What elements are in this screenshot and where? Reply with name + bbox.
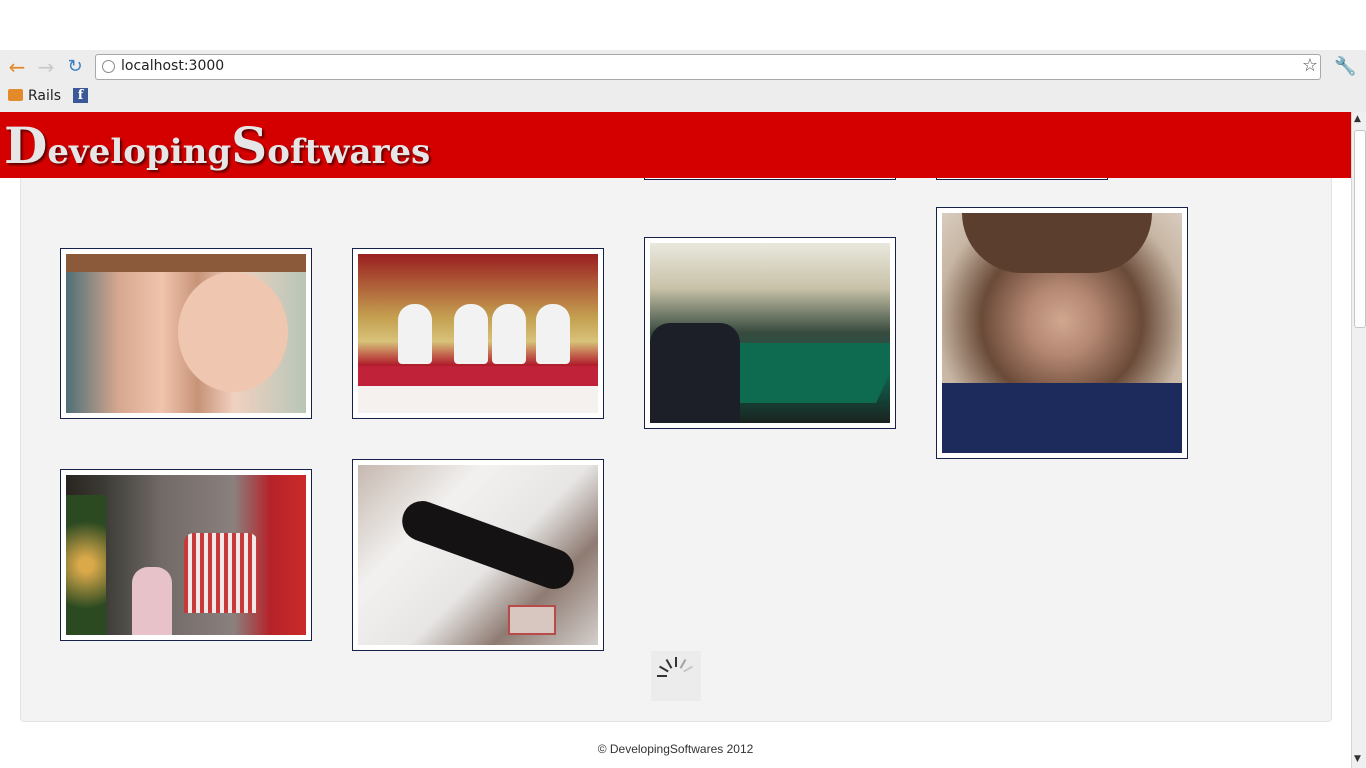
scroll-up-icon[interactable]: ▲ <box>1354 114 1361 124</box>
back-arrow-icon[interactable]: ← <box>6 56 28 78</box>
gallery-photo[interactable] <box>644 237 896 429</box>
scroll-down-icon[interactable]: ▼ <box>1354 754 1361 764</box>
gallery-photo[interactable] <box>60 469 312 641</box>
scroll-thumb[interactable] <box>1354 130 1366 328</box>
folder-icon <box>8 89 23 101</box>
facebook-icon[interactable]: f <box>73 88 88 103</box>
gallery-photo[interactable] <box>352 248 604 419</box>
globe-icon <box>102 60 115 73</box>
bookmarks-bar: Rails f <box>0 86 1366 108</box>
wrench-icon[interactable]: 🔧 <box>1334 56 1356 77</box>
photo-image <box>942 213 1182 453</box>
site-header: DevelopingSoftwares <box>0 112 1351 178</box>
browser-toolbar: ← → ↻ localhost:3000 ☆ 🔧 Rails f <box>0 50 1366 113</box>
photo-image <box>358 254 598 413</box>
url-text[interactable]: localhost:3000 <box>121 58 224 74</box>
photo-image <box>66 254 306 413</box>
gallery-photo[interactable] <box>60 248 312 419</box>
photo-image <box>66 475 306 635</box>
footer-copyright: © DevelopingSoftwares 2012 <box>597 742 754 756</box>
loading-spinner-icon <box>651 651 701 701</box>
gallery-photo[interactable] <box>936 207 1188 459</box>
reload-icon[interactable]: ↻ <box>64 56 86 78</box>
photo-image <box>650 243 890 423</box>
star-icon[interactable]: ☆ <box>1302 55 1318 76</box>
screen-top-blank <box>0 0 1366 50</box>
gallery-panel <box>20 113 1332 722</box>
address-bar[interactable]: localhost:3000 ☆ <box>95 54 1321 80</box>
vertical-scrollbar[interactable]: ▲ ▼ <box>1351 112 1366 768</box>
site-logo[interactable]: DevelopingSoftwares <box>4 116 430 175</box>
forward-arrow-icon[interactable]: → <box>35 56 57 78</box>
gallery-photo[interactable] <box>352 459 604 651</box>
page-viewport: © DevelopingSoftwares 2012 DevelopingSof… <box>0 112 1351 768</box>
bookmark-rails[interactable]: Rails <box>28 88 61 104</box>
photo-image <box>358 465 598 645</box>
